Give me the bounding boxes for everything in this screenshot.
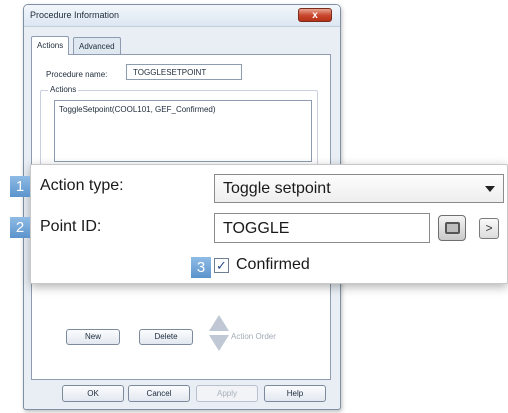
point-id-label: Point ID:	[40, 218, 102, 235]
confirmed-label: Confirmed	[236, 256, 310, 273]
title-bar[interactable]: Procedure Information x	[24, 5, 340, 27]
chevron-right-icon[interactable]: >	[479, 218, 499, 239]
procedure-name-label: Procedure name:	[46, 70, 108, 79]
ok-button[interactable]: OK	[62, 385, 124, 402]
callout-badge-2: 2	[10, 217, 30, 238]
tab-advanced[interactable]: Advanced	[73, 37, 121, 54]
help-button[interactable]: Help	[264, 385, 326, 402]
list-item[interactable]: ToggleSetpoint(COOL101, GEF_Confirmed)	[59, 105, 307, 114]
tab-strip: Actions Advanced	[31, 36, 331, 55]
actions-group-legend: Actions	[48, 85, 79, 94]
delete-action-button[interactable]: Delete	[139, 329, 193, 345]
confirmed-checkbox[interactable]: ✓	[214, 258, 229, 273]
apply-button[interactable]: Apply	[196, 385, 258, 402]
chevron-down-icon[interactable]	[485, 186, 495, 192]
action-type-dropdown[interactable]: Toggle setpoint	[214, 174, 504, 203]
cancel-button[interactable]: Cancel	[128, 385, 190, 402]
move-down-arrow-icon	[209, 335, 229, 351]
point-browser-icon	[445, 222, 460, 234]
callout-badge-3: 3	[191, 257, 211, 278]
tab-actions[interactable]: Actions	[31, 36, 70, 55]
actions-list[interactable]: ToggleSetpoint(COOL101, GEF_Confirmed)	[54, 100, 312, 162]
move-up-arrow-icon	[209, 315, 229, 331]
action-type-label: Action type:	[40, 177, 124, 194]
action-order-label: Action Order	[231, 332, 276, 341]
point-browser-button[interactable]	[438, 215, 466, 241]
close-button[interactable]: x	[298, 8, 332, 22]
procedure-name-field[interactable]: TOGGLESETPOINT	[126, 64, 242, 80]
new-action-button[interactable]: New	[66, 329, 120, 345]
point-id-field[interactable]: TOGGLE	[214, 213, 430, 243]
callout-badge-1: 1	[10, 176, 30, 197]
window-title: Procedure Information	[30, 10, 120, 20]
